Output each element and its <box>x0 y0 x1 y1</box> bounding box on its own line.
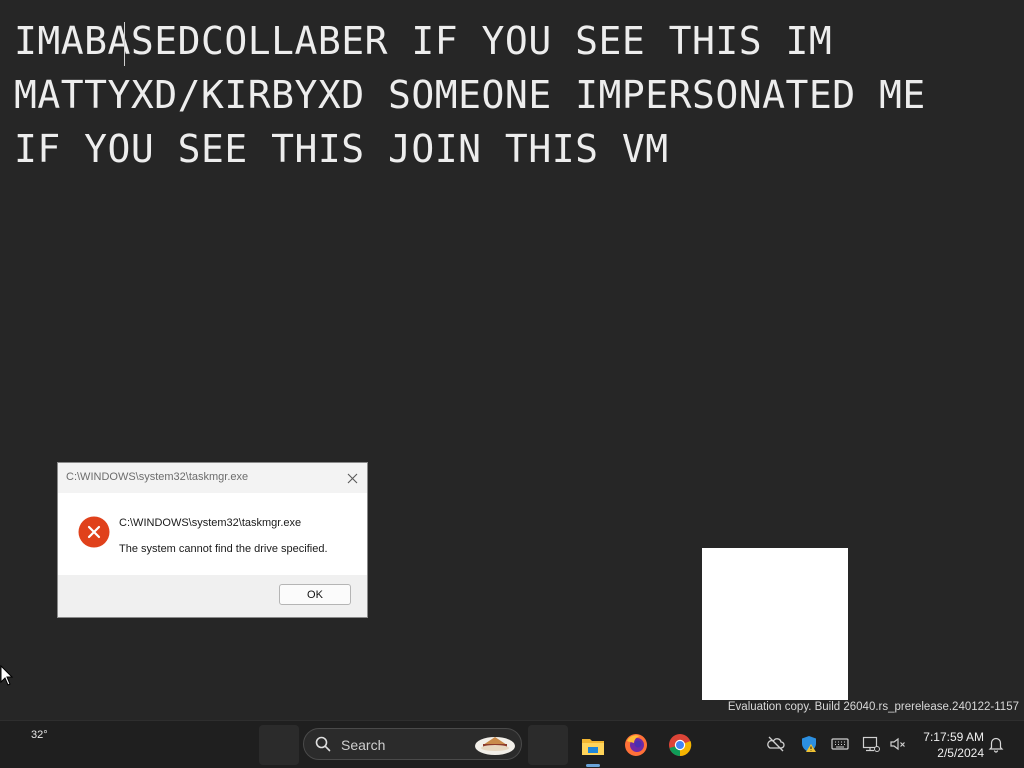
blank-window[interactable] <box>702 548 848 700</box>
task-view-button[interactable] <box>528 725 568 765</box>
message-line: MATTYXD/KIRBYXD SOMEONE IMPERSONATED ME <box>14 73 926 117</box>
dialog-title: C:\WINDOWS\system32\taskmgr.exe <box>66 471 249 483</box>
file-explorer-icon <box>582 739 604 755</box>
message-line: IMABASEDCOLLABER IF YOU SEE THIS IM <box>14 19 833 63</box>
dialog-titlebar[interactable]: C:\WINDOWS\system32\taskmgr.exe <box>58 463 367 493</box>
close-icon <box>347 473 357 483</box>
desktop: IMABASEDCOLLABER IF YOU SEE THIS IM MATT… <box>0 0 1024 720</box>
search-highlight-icon <box>475 737 515 755</box>
clock-date: 2/5/2024 <box>937 746 984 760</box>
firefox-icon <box>625 734 647 756</box>
start-button[interactable] <box>259 725 299 765</box>
taskbar-app-file-explorer[interactable] <box>573 725 613 765</box>
ok-button[interactable]: OK <box>279 584 351 605</box>
dialog-message: The system cannot find the drive specifi… <box>119 543 328 555</box>
chrome-icon <box>669 734 692 757</box>
taskbar: 32° Search 7:17:59 AM 2/5/2024 <box>0 720 1024 768</box>
search-box[interactable]: Search <box>303 728 522 760</box>
search-placeholder: Search <box>341 737 386 753</box>
text-caret <box>124 22 125 66</box>
message-line: IF YOU SEE THIS JOIN THIS VM <box>14 127 669 171</box>
taskbar-app-chrome[interactable] <box>660 725 700 765</box>
desktop-message: IMABASEDCOLLABER IF YOU SEE THIS IM MATT… <box>14 14 1014 176</box>
dialog-path: C:\WINDOWS\system32\taskmgr.exe <box>119 517 302 529</box>
error-dialog: C:\WINDOWS\system32\taskmgr.exe C:\WINDO… <box>57 462 368 618</box>
system-clock[interactable]: 7:17:59 AM 2/5/2024 <box>914 729 984 761</box>
evaluation-watermark: Evaluation copy. Build 26040.rs_prerelea… <box>727 701 1019 713</box>
error-icon <box>78 516 110 548</box>
defender-warning-icon[interactable] <box>800 735 818 753</box>
active-app-indicator <box>586 764 600 767</box>
onedrive-offline-icon[interactable] <box>767 735 785 753</box>
dialog-footer: OK <box>58 575 367 617</box>
weather-widget[interactable]: 32° <box>31 729 48 741</box>
mouse-pointer-icon <box>0 665 14 686</box>
keyboard-icon[interactable] <box>831 735 849 753</box>
search-icon <box>315 736 331 752</box>
clock-time: 7:17:59 AM <box>923 730 984 744</box>
volume-muted-icon[interactable] <box>889 735 907 753</box>
network-icon[interactable] <box>862 735 880 753</box>
close-button[interactable] <box>337 463 367 493</box>
taskbar-app-firefox[interactable] <box>616 725 656 765</box>
notification-bell-icon[interactable] <box>987 735 1005 753</box>
